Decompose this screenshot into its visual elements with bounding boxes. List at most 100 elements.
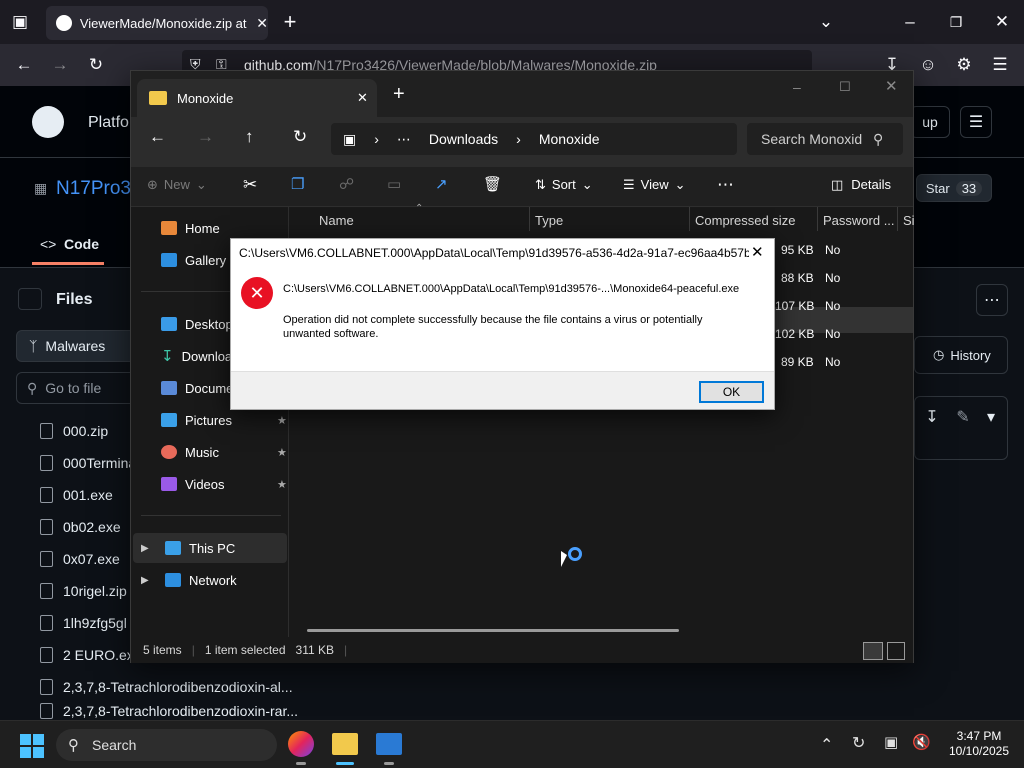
restore-icon[interactable]: ❐ — [942, 8, 970, 36]
start-windows-icon[interactable] — [20, 734, 44, 758]
pin-icon[interactable]: ★ — [277, 414, 287, 427]
column-header-password[interactable]: Password ... — [823, 213, 895, 228]
volume-muted-icon[interactable]: 🔇 — [912, 733, 931, 751]
dropdown-caret-icon[interactable]: ▾ — [977, 403, 1005, 431]
ok-button[interactable]: OK — [699, 381, 764, 403]
sidebar-item-music[interactable]: Music ★ — [161, 437, 301, 467]
more-locations-icon[interactable]: ⋯ — [397, 131, 411, 148]
tab-list-icon[interactable]: ▣ — [6, 8, 34, 36]
close-tab-icon[interactable]: ✕ — [357, 90, 368, 106]
new-tab-icon[interactable]: + — [393, 83, 405, 106]
extensions-icon[interactable]: ⚙ — [950, 51, 978, 79]
sidebar-item-network[interactable]: ▶ Network — [141, 565, 281, 595]
rename-icon[interactable]: ▭ — [387, 175, 401, 193]
goto-file-input[interactable]: ⚲ Go to file — [16, 372, 136, 404]
more-options-icon[interactable]: ⋯ — [976, 284, 1008, 316]
column-header-name[interactable]: Name — [319, 213, 354, 228]
repo-owner-link[interactable]: N17Pro3 — [56, 178, 131, 200]
file-list-item[interactable]: 2,3,7,8-Tetrachlorodibenzodioxin-rar... — [40, 703, 300, 720]
new-tab-icon[interactable]: + — [276, 8, 304, 36]
minimize-icon[interactable]: – — [793, 79, 801, 95]
network-status-icon[interactable]: ▣ — [884, 733, 898, 751]
back-icon[interactable]: ← — [10, 51, 38, 79]
share-icon[interactable]: ↗ — [435, 175, 448, 193]
edit-pencil-icon[interactable]: ✎ — [949, 403, 977, 431]
platform-menu[interactable]: Platfo — [88, 114, 129, 132]
close-window-icon[interactable]: ✕ — [885, 77, 898, 95]
taskbar-search[interactable]: ⚲ Search — [56, 729, 277, 761]
column-header-type[interactable]: Type — [535, 213, 563, 228]
refresh-icon[interactable]: ↻ — [293, 127, 307, 147]
column-header-compressed-size[interactable]: Compressed size — [695, 213, 795, 228]
forward-icon[interactable]: → — [46, 51, 74, 79]
column-header-size[interactable]: Si — [903, 213, 915, 228]
sync-icon[interactable]: ↻ — [852, 733, 865, 753]
address-bar[interactable]: ▣ › ⋯ Downloads › Monoxide — [331, 123, 737, 155]
new-button[interactable]: ⊕ New ⌄ — [147, 177, 207, 193]
pin-icon[interactable]: ★ — [277, 478, 287, 491]
app-taskbar-icon[interactable] — [376, 733, 402, 755]
menu-icon[interactable]: ☰ — [986, 51, 1014, 79]
sidebar-item-label: Home — [185, 220, 220, 236]
dialog-close-icon[interactable]: ✕ — [751, 243, 764, 261]
explorer-search-input[interactable]: Search Monoxid ⚲ — [747, 123, 903, 155]
details-button[interactable]: ◫ Details — [831, 177, 891, 193]
file-name: 2,3,7,8-Tetrachlorodibenzodioxin-al... — [63, 679, 293, 695]
sort-button[interactable]: ⇅ Sort ⌄ — [535, 177, 593, 193]
dialog-file-path: C:\Users\VM6.COLLABNET.000\AppData\Local… — [283, 283, 740, 295]
breadcrumb-monoxide[interactable]: Monoxide — [539, 131, 600, 147]
file-list-item[interactable]: 2,3,7,8-Tetrachlorodibenzodioxin-al... — [40, 671, 300, 703]
explorer-titlebar: Monoxide ✕ + – ☐ ✕ — [131, 71, 913, 117]
clock[interactable]: 3:47 PM 10/10/2025 — [944, 729, 1014, 759]
tab-code[interactable]: Code — [64, 236, 99, 252]
expand-chevron-icon[interactable]: ▶ — [141, 543, 157, 554]
column-divider[interactable] — [529, 207, 530, 231]
horizontal-scrollbar[interactable] — [307, 629, 679, 632]
sidebar-item-label: Videos — [185, 476, 225, 492]
file-icon — [40, 455, 53, 471]
forward-icon[interactable]: → — [197, 127, 214, 147]
column-divider[interactable] — [897, 207, 898, 231]
branch-select[interactable]: ᛉ Malwares — [16, 330, 136, 362]
delete-icon[interactable]: 🗑 — [483, 175, 502, 193]
breadcrumb-downloads[interactable]: Downloads — [429, 131, 498, 147]
close-window-icon[interactable]: ✕ — [988, 8, 1016, 36]
sidebar-item-videos[interactable]: Videos ★ — [161, 469, 301, 499]
sort-label: Sort — [551, 177, 576, 192]
history-button[interactable]: ◷ History — [914, 336, 1008, 374]
cut-icon[interactable]: ✂ — [243, 175, 257, 195]
close-tab-icon[interactable]: ✕ — [256, 15, 268, 32]
new-label: New — [163, 177, 190, 192]
browser-tab[interactable]: ViewerMade/Monoxide.zip at M ✕ — [46, 6, 268, 40]
more-options-icon[interactable]: ⋯ — [717, 175, 734, 195]
account-icon[interactable]: ☺ — [914, 51, 942, 79]
download-icon: ↧ — [161, 348, 174, 365]
signup-button[interactable]: up — [910, 106, 950, 138]
videos-icon — [161, 477, 177, 491]
column-divider[interactable] — [689, 207, 690, 231]
column-divider[interactable] — [817, 207, 818, 231]
chevron-down-icon[interactable]: ⌄ — [812, 8, 840, 36]
maximize-icon[interactable]: ☐ — [839, 79, 851, 95]
copy-icon[interactable]: ❐ — [291, 175, 304, 193]
explorer-tab[interactable]: Monoxide ✕ — [137, 79, 377, 117]
reload-icon[interactable]: ↻ — [82, 51, 110, 79]
up-icon[interactable]: ↑ — [245, 127, 254, 147]
tiles-view-icon[interactable] — [887, 642, 905, 660]
details-view-icon[interactable] — [863, 642, 883, 660]
sidebar-toggle-icon[interactable] — [18, 288, 42, 310]
tray-chevron-up-icon[interactable]: ⌃ — [820, 735, 833, 755]
github-logo-icon[interactable] — [32, 106, 64, 138]
minimize-icon[interactable]: – — [896, 8, 924, 36]
pin-icon[interactable]: ★ — [277, 446, 287, 459]
view-button[interactable]: ☰ View ⌄ — [623, 177, 686, 193]
expand-chevron-icon[interactable]: ▶ — [141, 575, 157, 586]
firefox-icon[interactable] — [288, 731, 314, 757]
file-explorer-taskbar-icon[interactable] — [332, 733, 358, 755]
download-raw-icon[interactable]: ↧ — [915, 403, 949, 431]
sidebar-item-this-pc[interactable]: ▶ This PC — [141, 533, 281, 563]
paste-icon[interactable]: ☍ — [339, 175, 354, 193]
back-icon[interactable]: ← — [149, 127, 166, 147]
star-button[interactable]: Star 33 — [916, 174, 992, 202]
settings-sliders-icon[interactable]: ☰ — [960, 106, 992, 138]
